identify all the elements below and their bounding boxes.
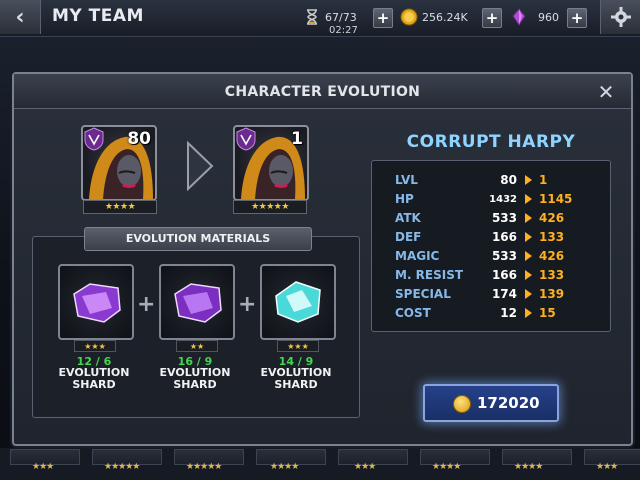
material-stars-2: ★★ xyxy=(176,340,218,352)
team-card-stars: ★★★ xyxy=(596,462,618,472)
stat-new: 1 xyxy=(539,173,548,187)
energy-timer: 02:27 xyxy=(329,25,358,36)
stat-row-def: DEF 166 133 xyxy=(395,230,595,248)
stat-new: 15 xyxy=(539,306,556,320)
crystal-counter: 960 xyxy=(510,8,559,26)
energy-value: 67/73 xyxy=(325,10,357,24)
top-bar: ‹ MY TEAM 67/73 + 02:27 256.24K + 960 + xyxy=(0,0,640,37)
stat-row-hp: HP 1432 1145 xyxy=(395,192,595,210)
current-level: 80 xyxy=(127,129,151,149)
stat-label: DEF xyxy=(395,230,422,244)
stat-row-magic: MAGIC 533 426 xyxy=(395,249,595,267)
stat-current: 166 xyxy=(491,230,517,244)
evolve-arrow-icon xyxy=(187,141,214,191)
evolution-materials-header: EVOLUTION MATERIALS xyxy=(84,227,312,251)
back-button[interactable]: ‹ xyxy=(0,0,41,34)
page-title: MY TEAM xyxy=(52,6,144,26)
purple-shard-icon xyxy=(174,283,222,323)
add-gold-button[interactable]: + xyxy=(482,8,502,28)
next-character-portrait: 1 xyxy=(233,125,309,201)
crystal-icon xyxy=(512,8,526,26)
stat-label: SPECIAL xyxy=(395,287,451,301)
stat-current: 174 xyxy=(491,287,517,301)
team-card-stars: ★★★★ xyxy=(432,462,461,472)
stat-label: ATK xyxy=(395,211,421,225)
team-card-stars: ★★★★★ xyxy=(104,462,140,472)
assassin-class-icon xyxy=(236,127,256,151)
evolve-cost: 172020 xyxy=(477,394,540,412)
material-slot-1[interactable] xyxy=(58,264,134,340)
material-stars-1: ★★★ xyxy=(74,340,116,352)
next-level: 1 xyxy=(291,129,303,149)
stat-arrow-icon xyxy=(525,289,532,299)
purple-shard-icon xyxy=(73,283,121,323)
stat-current: 1432 xyxy=(489,194,517,205)
material-stars-3: ★★★ xyxy=(277,340,319,352)
material-slot-3[interactable] xyxy=(260,264,336,340)
material-slot-2[interactable] xyxy=(159,264,235,340)
stat-new: 1145 xyxy=(539,192,573,206)
material-name-2: EVOLUTION SHARD xyxy=(159,366,231,391)
stat-arrow-icon xyxy=(525,194,532,204)
cyan-shard-icon xyxy=(275,281,321,323)
current-character-portrait: 80 xyxy=(81,125,157,201)
stat-arrow-icon xyxy=(525,308,532,318)
character-name: CORRUPT HARPY xyxy=(406,132,576,152)
coin-icon xyxy=(453,395,471,413)
next-star-rating: ★★★★★ xyxy=(233,200,307,214)
evolve-button[interactable]: 172020 xyxy=(423,384,559,422)
gold-value: 256.24K xyxy=(422,10,468,24)
energy-counter: 67/73 xyxy=(303,8,357,26)
current-star-rating: ★★★★ xyxy=(83,200,157,214)
stat-current: 533 xyxy=(491,249,517,263)
team-card-stars: ★★★★★ xyxy=(186,462,222,472)
stat-row-special: SPECIAL 174 139 xyxy=(395,287,595,305)
stat-label: MAGIC xyxy=(395,249,440,263)
stat-arrow-icon xyxy=(525,175,532,185)
settings-button[interactable] xyxy=(600,0,640,34)
stat-row-atk: ATK 533 426 xyxy=(395,211,595,229)
stat-label: M. RESIST xyxy=(395,268,464,282)
close-button[interactable]: ✕ xyxy=(596,82,616,102)
gear-icon xyxy=(611,7,631,27)
material-name-1: EVOLUTION SHARD xyxy=(58,366,130,391)
stat-row-m-resist: M. RESIST 166 133 xyxy=(395,268,595,286)
team-card-stars: ★★★ xyxy=(354,462,376,472)
hourglass-icon xyxy=(307,9,317,25)
stat-current: 533 xyxy=(491,211,517,225)
stat-label: LVL xyxy=(395,173,418,187)
crystal-value: 960 xyxy=(538,10,559,24)
gold-counter: 256.24K xyxy=(400,8,468,26)
stat-label: HP xyxy=(395,192,414,206)
team-card-stars: ★★★ xyxy=(32,462,54,472)
coin-icon xyxy=(400,8,418,26)
stat-new: 139 xyxy=(539,287,565,301)
stat-arrow-icon xyxy=(525,232,532,242)
add-energy-button[interactable]: + xyxy=(373,8,393,28)
stat-row-cost: COST 12 15 xyxy=(395,306,595,324)
plus-icon: + xyxy=(137,292,156,317)
stat-current: 12 xyxy=(500,306,517,320)
stat-arrow-icon xyxy=(525,270,532,280)
stat-label: COST xyxy=(395,306,431,320)
material-name-3: EVOLUTION SHARD xyxy=(260,366,332,391)
stat-arrow-icon xyxy=(525,251,532,261)
stat-new: 426 xyxy=(539,249,565,263)
stat-current: 166 xyxy=(491,268,517,282)
chevron-left-icon: ‹ xyxy=(15,4,25,30)
team-card-stars: ★★★★ xyxy=(514,462,543,472)
stat-arrow-icon xyxy=(525,213,532,223)
modal-title: CHARACTER EVOLUTION xyxy=(224,84,421,100)
stat-row-lvl: LVL 80 1 xyxy=(395,173,595,191)
stat-new: 426 xyxy=(539,211,565,225)
assassin-class-icon xyxy=(84,127,104,151)
stat-new: 133 xyxy=(539,230,565,244)
team-card-stars: ★★★★ xyxy=(270,462,299,472)
add-crystals-button[interactable]: + xyxy=(567,8,587,28)
close-icon: ✕ xyxy=(597,80,615,104)
modal-header: CHARACTER EVOLUTION ✕ xyxy=(14,74,631,109)
stat-current: 80 xyxy=(500,173,517,187)
stat-new: 133 xyxy=(539,268,565,282)
plus-icon: + xyxy=(238,292,257,317)
